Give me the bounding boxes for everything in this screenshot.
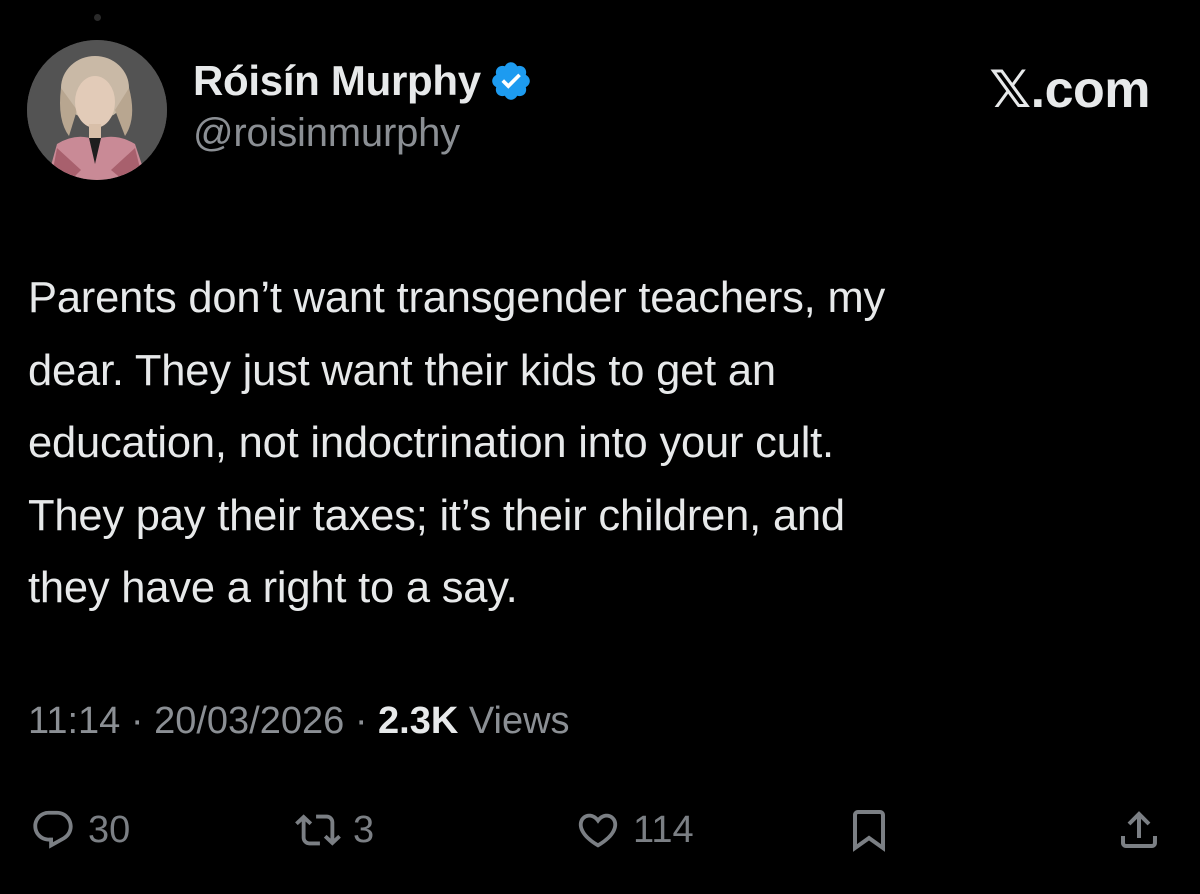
tweet-meta: 11:14 · 20/03/2026 · 2.3K Views bbox=[28, 700, 570, 743]
bookmark-icon bbox=[853, 810, 885, 852]
tweet-text-line: They pay their taxes; it’s their childre… bbox=[28, 491, 845, 540]
tweet-text-line: dear. They just want their kids to get a… bbox=[28, 346, 776, 395]
tweet-text-line: education, not indoctrination into your … bbox=[28, 419, 834, 467]
tweet-date[interactable]: 20/03/2026 bbox=[154, 700, 344, 742]
share-button[interactable] bbox=[1115, 790, 1163, 870]
verified-badge-icon[interactable] bbox=[489, 59, 533, 103]
share-icon bbox=[1121, 811, 1157, 848]
bookmark-button[interactable] bbox=[845, 790, 893, 870]
avatar-image bbox=[27, 40, 167, 180]
like-button[interactable]: 114 bbox=[575, 790, 694, 870]
meta-separator: · bbox=[354, 700, 368, 742]
author-display-name[interactable]: Róisín Murphy bbox=[193, 57, 481, 105]
retweet-icon bbox=[295, 814, 341, 846]
status-dot bbox=[94, 14, 101, 21]
action-bar: 30 3 114 bbox=[0, 790, 1200, 870]
tweet-text: Parents don’t want transgender teachers,… bbox=[28, 262, 1158, 625]
reply-count: 30 bbox=[88, 808, 131, 851]
author-name-row: Róisín Murphy bbox=[193, 55, 533, 107]
views-label: Views bbox=[468, 700, 570, 742]
tweet-text-line: they have a right to a say. bbox=[28, 564, 518, 612]
author-handle[interactable]: @roisinmurphy bbox=[193, 111, 533, 156]
author-block: Róisín Murphy @roisinmurphy bbox=[193, 55, 533, 156]
tweet-time[interactable]: 11:14 bbox=[28, 700, 120, 742]
reply-icon bbox=[33, 810, 73, 849]
avatar[interactable] bbox=[27, 40, 167, 180]
heart-icon bbox=[578, 813, 618, 848]
tweet-text-line: Parents don’t want transgender teachers,… bbox=[28, 274, 886, 322]
meta-separator: · bbox=[130, 700, 144, 742]
like-count: 114 bbox=[633, 808, 694, 851]
views-count: 2.3K bbox=[378, 700, 459, 742]
brand-label: 𝕏.com bbox=[989, 61, 1150, 119]
retweet-count: 3 bbox=[353, 808, 375, 851]
reply-button[interactable]: 30 bbox=[30, 790, 130, 870]
retweet-button[interactable]: 3 bbox=[295, 790, 374, 870]
